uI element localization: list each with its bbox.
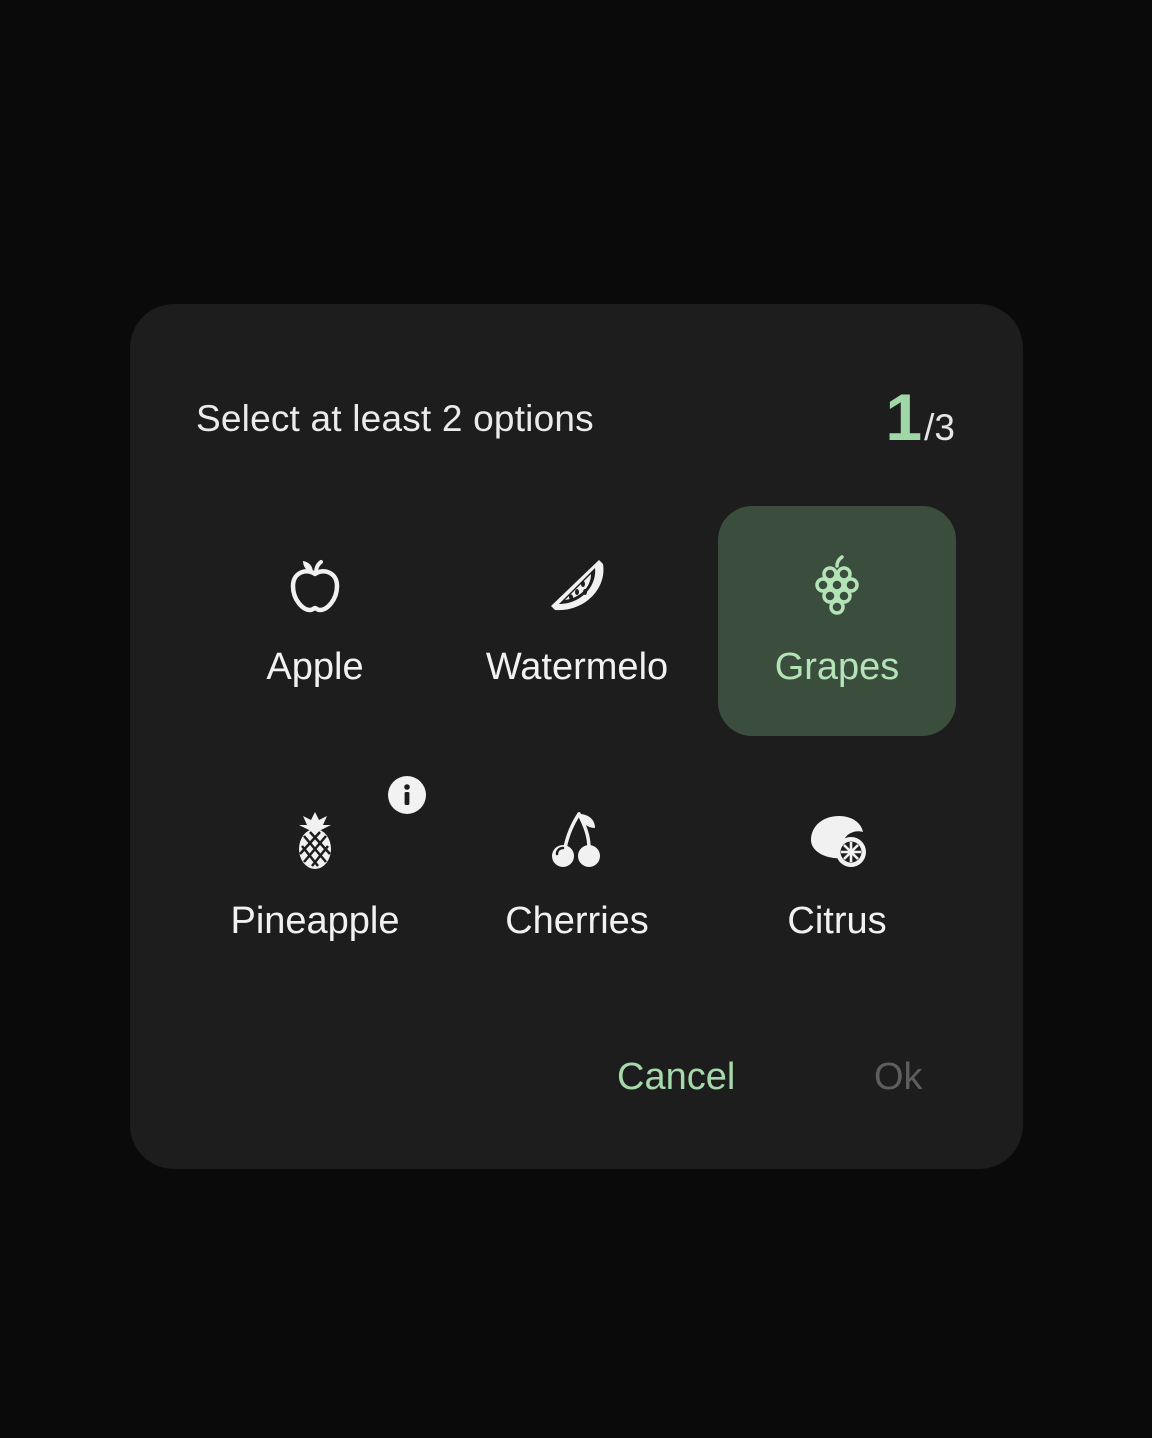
selection-total: /3 — [924, 407, 955, 448]
cancel-button[interactable]: Cancel — [617, 1056, 735, 1099]
selection-counter: 1/3 — [885, 382, 955, 452]
info-icon[interactable] — [388, 776, 426, 814]
dialog-actions: Cancel Ok — [130, 1056, 1023, 1116]
option-pineapple[interactable]: Pineapple — [196, 760, 434, 990]
option-label: Cherries — [505, 900, 649, 942]
option-label: Watermelo — [485, 646, 669, 688]
option-label: Citrus — [787, 900, 887, 942]
screen: Select at least 2 options 1/3 Apple Wate… — [0, 0, 1152, 1438]
option-label: Apple — [266, 646, 364, 688]
dialog-header: Select at least 2 options 1/3 — [196, 382, 955, 452]
option-label: Pineapple — [230, 900, 400, 942]
option-watermelon[interactable]: Watermelo — [458, 506, 696, 736]
citrus-icon — [805, 808, 869, 872]
watermelon-icon — [545, 554, 609, 618]
option-cherries[interactable]: Cherries — [458, 760, 696, 990]
apple-icon — [283, 554, 347, 618]
cherries-icon — [545, 808, 609, 872]
grapes-icon — [805, 554, 869, 618]
ok-button[interactable]: Ok — [874, 1056, 923, 1099]
dialog-title: Select at least 2 options — [196, 398, 594, 439]
pineapple-icon — [283, 808, 347, 872]
option-citrus[interactable]: Citrus — [718, 760, 956, 990]
multi-select-dialog: Select at least 2 options 1/3 Apple Wate… — [130, 304, 1023, 1169]
option-grapes[interactable]: Grapes — [718, 506, 956, 736]
selection-count: 1 — [885, 380, 923, 454]
option-label: Grapes — [774, 646, 900, 688]
option-apple[interactable]: Apple — [196, 506, 434, 736]
